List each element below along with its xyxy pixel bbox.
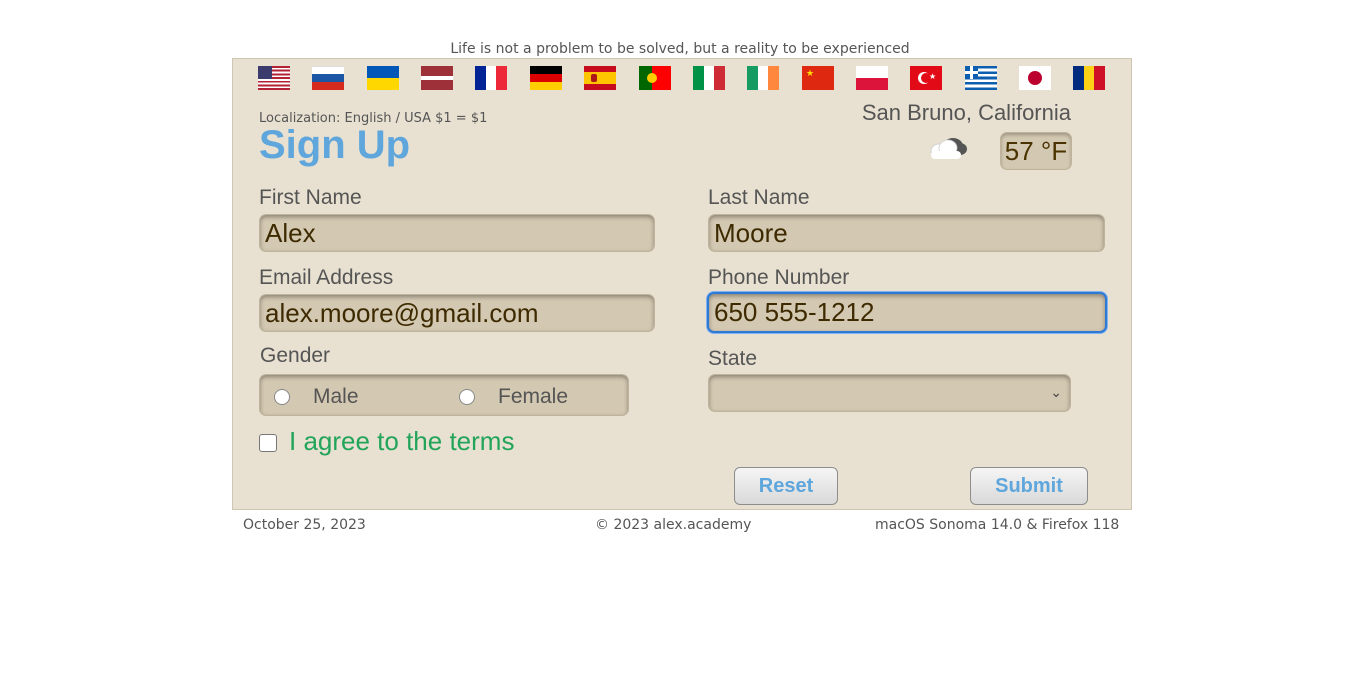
gender-female-label[interactable]: Female <box>498 385 568 409</box>
flag-portugal-icon[interactable] <box>639 66 671 90</box>
signup-panel: ★ ★ Localization: English / USA $1 = $1 … <box>232 58 1132 510</box>
flag-ukraine-icon[interactable] <box>367 66 399 90</box>
city-name: San Bruno, California <box>861 100 1071 125</box>
first-name-label: First Name <box>259 186 362 209</box>
flag-france-icon[interactable] <box>475 66 507 90</box>
submit-button[interactable]: Submit <box>970 467 1088 505</box>
agree-checkbox[interactable] <box>259 434 277 452</box>
footer-copyright: © 2023 alex.academy <box>595 517 752 533</box>
chevron-down-icon: ⌄ <box>1050 384 1062 400</box>
flag-greece-icon[interactable] <box>965 66 997 90</box>
gender-male-radio[interactable] <box>274 389 290 405</box>
flag-china-icon[interactable]: ★ <box>802 66 834 90</box>
flag-japan-icon[interactable] <box>1019 66 1051 90</box>
temperature-display: 57 °F <box>1000 132 1072 170</box>
last-name-field[interactable] <box>708 214 1105 252</box>
agree-label[interactable]: I agree to the terms <box>289 426 514 457</box>
footer-date: October 25, 2023 <box>243 517 366 533</box>
flag-latvia-icon[interactable] <box>421 66 453 90</box>
page-title: Sign Up <box>259 123 411 167</box>
phone-field[interactable] <box>707 292 1107 333</box>
reset-button[interactable]: Reset <box>734 467 838 505</box>
flag-poland-icon[interactable] <box>856 66 888 90</box>
email-field[interactable] <box>259 294 655 332</box>
flag-germany-icon[interactable] <box>530 66 562 90</box>
cloud-icon <box>925 134 969 162</box>
flag-usa-icon[interactable] <box>258 66 290 90</box>
email-label: Email Address <box>259 266 394 289</box>
gender-female-radio[interactable] <box>459 389 475 405</box>
last-name-label: Last Name <box>708 186 810 209</box>
footer-platform: macOS Sonoma 14.0 & Firefox 118 <box>875 517 1120 533</box>
phone-label: Phone Number <box>708 266 850 289</box>
flag-romania-icon[interactable] <box>1073 66 1105 90</box>
flag-italy-icon[interactable] <box>693 66 725 90</box>
flag-turkey-icon[interactable]: ★ <box>910 66 942 90</box>
quote-text: Life is not a problem to be solved, but … <box>450 41 910 57</box>
state-label: State <box>708 347 758 370</box>
flag-russia-icon[interactable] <box>312 66 344 90</box>
first-name-field[interactable] <box>259 214 655 252</box>
gender-male-label[interactable]: Male <box>313 385 359 409</box>
flag-spain-icon[interactable] <box>584 66 616 90</box>
flag-ireland-icon[interactable] <box>747 66 779 90</box>
language-flags: ★ ★ <box>258 66 1108 90</box>
gender-radio-group: Male Female <box>259 374 629 416</box>
state-select[interactable]: ⌄ <box>708 374 1071 412</box>
gender-label: Gender <box>260 344 331 367</box>
